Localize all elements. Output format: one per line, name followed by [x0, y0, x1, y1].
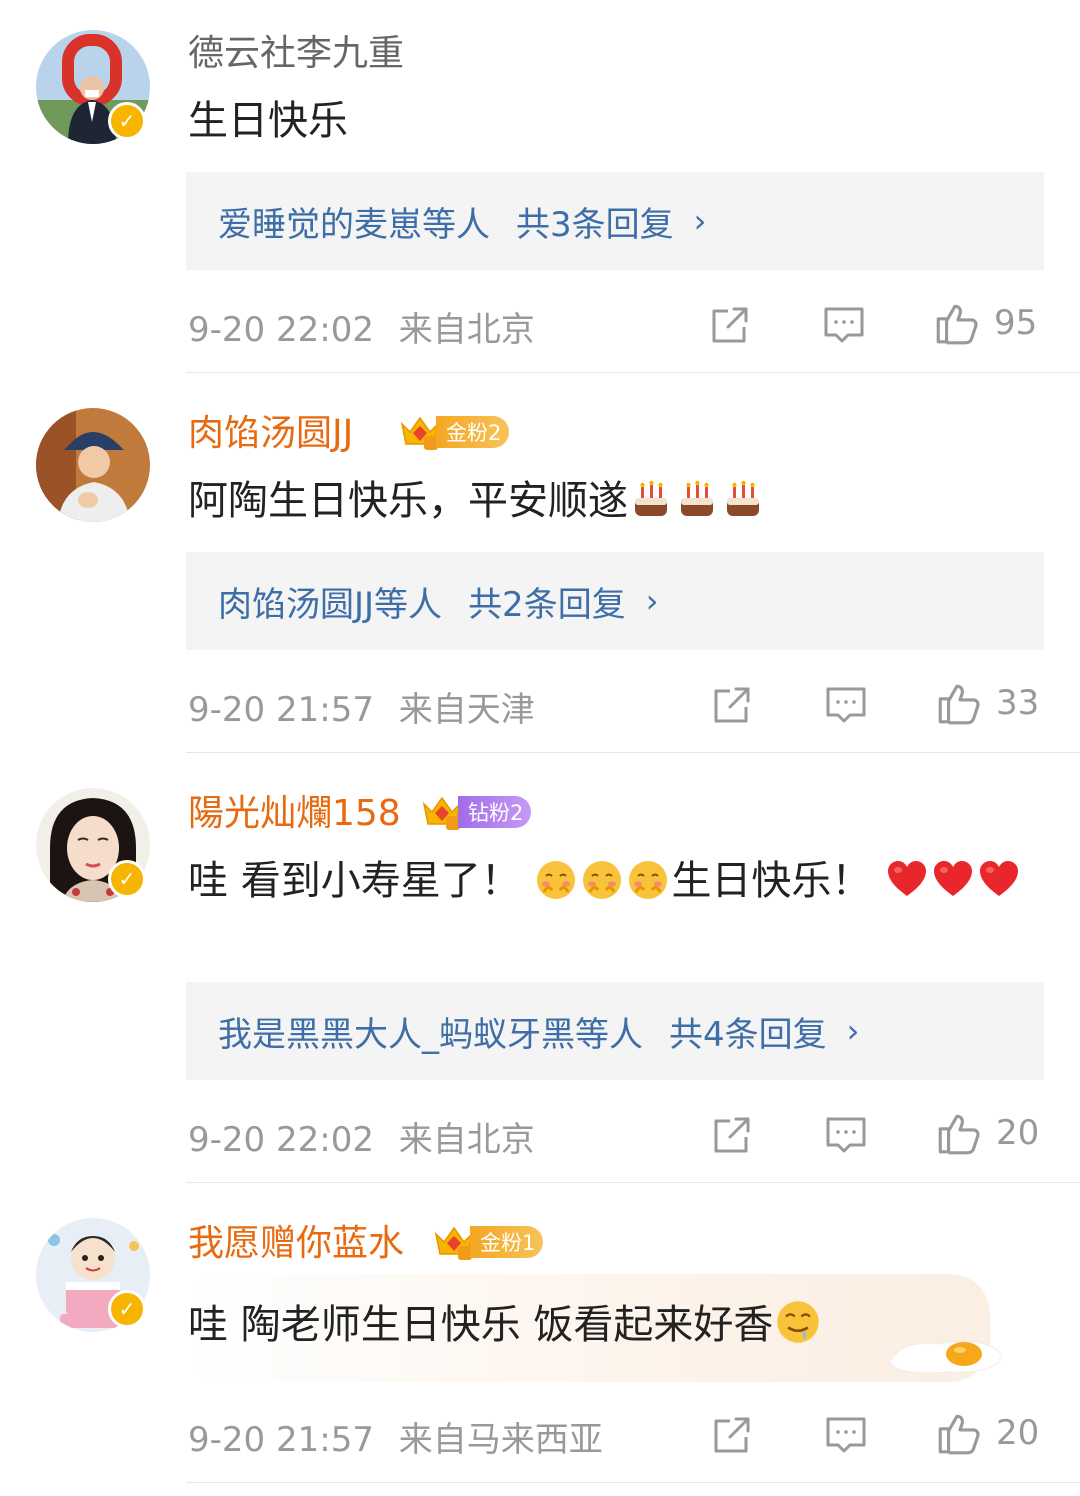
chevron-right-icon: ›: [645, 582, 659, 620]
cake-icon: [629, 478, 673, 522]
timestamp: 9-20 22:02: [188, 1120, 374, 1160]
timestamp: 9-20 21:57: [188, 1420, 374, 1460]
like-button[interactable]: 33: [934, 678, 1039, 728]
divider: [186, 372, 1080, 373]
comment-text: 阿陶生日快乐，平安顺遂: [188, 474, 1048, 528]
repost-icon: [706, 301, 754, 349]
shy-face-icon: [580, 858, 624, 902]
username[interactable]: 德云社李九重: [188, 32, 404, 76]
reply-users: 肉馅汤圆JJ等人: [218, 584, 443, 625]
location: 来自北京: [398, 1120, 535, 1160]
divider: [186, 1182, 1080, 1183]
cake-icon: [721, 478, 765, 522]
reply-users: 我是黑黑大人_蚂蚁牙黑等人: [218, 1014, 643, 1055]
fan-badge[interactable]: 金粉2: [398, 414, 510, 450]
location: 来自天津: [398, 690, 535, 730]
username[interactable]: 陽光灿爛158: [188, 792, 401, 836]
like-count: 20: [996, 1113, 1040, 1153]
comment-button[interactable]: [822, 680, 870, 730]
thumbs-up-icon: [934, 1108, 984, 1158]
fan-level: 钻粉2: [458, 796, 532, 828]
avatar[interactable]: [36, 408, 150, 522]
comment-icon: [822, 1111, 870, 1159]
divider: [186, 1482, 1080, 1483]
reply-count: 共2条回复: [468, 584, 626, 625]
like-count: 33: [996, 683, 1040, 723]
repost-button[interactable]: [708, 1410, 756, 1460]
reply-count: 共3条回复: [516, 204, 674, 245]
location: 来自马来西亚: [398, 1420, 603, 1460]
repost-button[interactable]: [708, 680, 756, 730]
comment-text: 哇 看到小寿星了！ 生日快乐！: [188, 854, 1048, 908]
verified-icon: ✓: [108, 1290, 146, 1328]
location: 来自北京: [398, 310, 535, 350]
timestamp: 9-20 22:02: [188, 310, 374, 350]
reply-users: 爱睡觉的麦崽等人: [218, 204, 490, 245]
drool-face-icon: [774, 1298, 822, 1346]
comment-text: 生日快乐: [188, 98, 348, 144]
chevron-right-icon: ›: [846, 1012, 860, 1050]
comment-meta: 9-20 21:57 来自马来西亚: [188, 1412, 603, 1461]
repost-icon: [708, 1111, 756, 1159]
cake-icon: [675, 478, 719, 522]
fan-level: 金粉2: [436, 416, 510, 448]
reply-count: 共4条回复: [669, 1014, 827, 1055]
username[interactable]: 肉馅汤圆JJ: [188, 412, 353, 456]
comment-meta: 9-20 22:02 来自北京: [188, 302, 535, 351]
like-count: 95: [994, 303, 1038, 343]
repost-icon: [708, 681, 756, 729]
repost-button[interactable]: [706, 300, 754, 350]
shy-face-icon: [534, 858, 578, 902]
heart-icon: [931, 858, 975, 902]
thumbs-up-icon: [932, 298, 982, 348]
repost-icon: [708, 1411, 756, 1459]
fan-level: 金粉1: [470, 1226, 544, 1258]
chevron-right-icon: ›: [693, 202, 707, 240]
comment-meta: 9-20 21:57 来自天津: [188, 682, 535, 731]
shy-face-icon: [626, 858, 670, 902]
username[interactable]: 我愿赠你蓝水: [188, 1222, 404, 1266]
replies-preview[interactable]: 我是黑黑大人_蚂蚁牙黑等人 共4条回复 ›: [186, 982, 1044, 1080]
fan-badge[interactable]: 钻粉2: [420, 794, 532, 830]
comment-button[interactable]: [820, 300, 868, 350]
comment-text: 哇 陶老师生日快乐 饭看起来好香: [188, 1298, 1048, 1352]
comment-icon: [820, 301, 868, 349]
divider: [186, 752, 1080, 753]
like-button[interactable]: 20: [934, 1108, 1039, 1158]
heart-icon: [977, 858, 1021, 902]
thumbs-up-icon: [934, 1408, 984, 1458]
replies-preview[interactable]: 肉馅汤圆JJ等人 共2条回复 ›: [186, 552, 1044, 650]
like-button[interactable]: 95: [932, 298, 1037, 348]
heart-icon: [885, 858, 929, 902]
replies-preview[interactable]: 爱睡觉的麦崽等人 共3条回复 ›: [186, 172, 1044, 270]
comment-icon: [822, 1411, 870, 1459]
like-button[interactable]: 20: [934, 1408, 1039, 1458]
comment-button[interactable]: [822, 1410, 870, 1460]
timestamp: 9-20 21:57: [188, 690, 374, 730]
fan-badge[interactable]: 金粉1: [432, 1224, 544, 1260]
repost-button[interactable]: [708, 1110, 756, 1160]
verified-icon: ✓: [108, 860, 146, 898]
comment-icon: [822, 681, 870, 729]
verified-icon: ✓: [108, 102, 146, 140]
like-count: 20: [996, 1413, 1040, 1453]
comment-button[interactable]: [822, 1110, 870, 1160]
comment-meta: 9-20 22:02 来自北京: [188, 1112, 535, 1161]
thumbs-up-icon: [934, 678, 984, 728]
